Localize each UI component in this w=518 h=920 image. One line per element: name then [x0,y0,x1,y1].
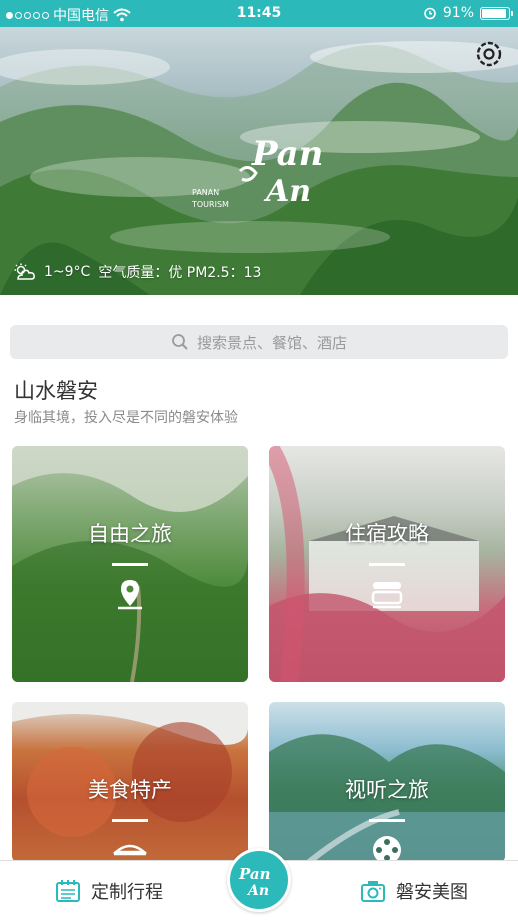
search-placeholder: 搜索景点、餐馆、酒店 [196,333,347,352]
bed-icon [371,582,403,609]
panan-logo: Pan An PANAN TOURISM [191,134,323,209]
section-title: 山水磐安 [14,379,98,403]
card-divider [369,563,405,566]
search-icon [172,334,188,350]
nav-photo-gallery[interactable]: 磐安美图 [360,878,468,904]
svg-text:Pan: Pan [238,865,271,883]
card-accommodation[interactable]: 住宿攻略 [269,446,505,682]
card-title: 美食特产 [88,778,172,802]
card-divider [369,819,405,822]
card-title: 视听之旅 [345,778,429,802]
settings-gear-icon[interactable] [472,37,506,71]
battery-percent: 91% [442,5,474,21]
center-home-logo-button[interactable]: Pan An [227,848,291,912]
svg-text:PANAN: PANAN [192,188,219,197]
card-food-specialty[interactable]: 美食特产 [12,702,248,862]
svg-text:TOURISM: TOURISM [191,200,229,209]
svg-text:An: An [263,174,311,209]
card-audio-visual[interactable]: 视听之旅 [269,702,505,862]
panan-logo-icon: Pan An [238,865,271,899]
location-pin-icon [118,580,142,610]
card-divider [112,563,148,566]
app-screen: 中国电信 11:45 91% Pan An PANAN TOURISM 1~9°… [0,0,518,920]
svg-text:An: An [246,883,269,899]
nav-label: 定制行程 [91,882,163,903]
status-right: 91% [423,5,513,21]
partly-cloudy-icon [14,263,35,280]
nav-label: 磐安美图 [396,882,468,903]
search-bar[interactable]: 搜索景点、餐馆、酒店 [10,325,508,359]
alarm-icon [424,7,436,20]
camera-icon [361,881,385,902]
hero-banner: Pan An PANAN TOURISM 1~9°C 空气质量：优 PM2.5：… [0,27,518,295]
card-title: 住宿攻略 [345,522,429,546]
weather-info: 1~9°C 空气质量：优 PM2.5：13 [12,262,261,282]
status-bar: 中国电信 11:45 91% [0,0,518,27]
section-subtitle: 身临其境，投入尽是不同的磐安体验 [14,410,238,426]
card-free-travel[interactable]: 自由之旅 [12,446,248,682]
battery-icon [480,6,513,20]
temperature-label: 1~9°C [44,264,91,280]
nav-custom-itinerary[interactable]: 定制行程 [55,878,163,904]
food-icon [112,844,148,856]
svg-text:Pan: Pan [251,134,323,174]
card-divider [112,819,148,822]
air-quality-label: 空气质量：优 PM2.5：13 [98,265,262,281]
calendar-icon [56,880,80,902]
card-title: 自由之旅 [88,522,172,546]
film-reel-icon [373,836,401,862]
